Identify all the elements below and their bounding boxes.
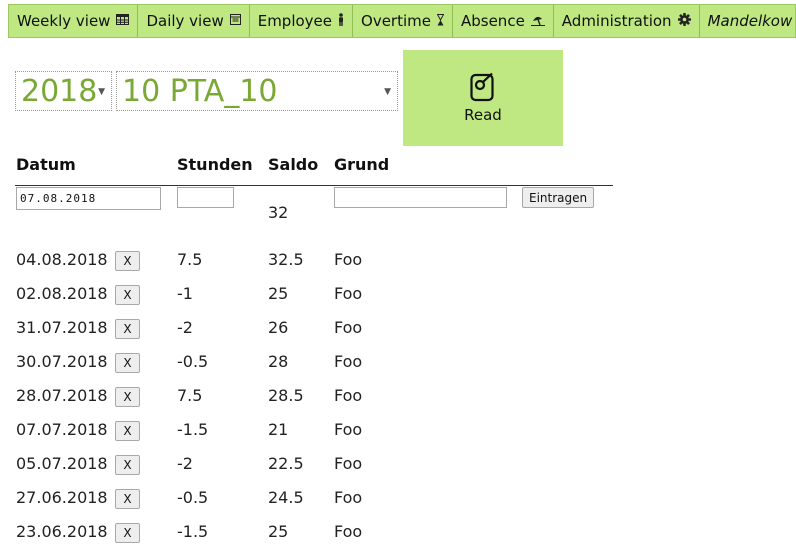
column-header-saldo: Saldo: [268, 155, 319, 174]
nav-absence-label: Absence: [460, 12, 525, 30]
row-saldo: 28: [268, 352, 289, 371]
row-hours: 7.5: [177, 250, 203, 269]
row-hours: 7.5: [177, 386, 203, 405]
table-row: 27.06.2018 X -0.5 24.5 Foo: [0, 487, 700, 513]
table-row: 02.08.2018 X -1 25 Foo: [0, 283, 700, 309]
row-saldo: 32.5: [268, 250, 304, 269]
reason-input[interactable]: [334, 187, 507, 208]
column-header-date: Datum: [16, 155, 76, 174]
row-hours: -0.5: [177, 352, 209, 371]
nav-weekly-view-label: Weekly view: [17, 12, 111, 30]
header-divider: [15, 185, 613, 186]
row-date: 31.07.2018: [16, 318, 108, 337]
calendar-day-icon: [229, 14, 241, 28]
row-reason: Foo: [334, 318, 363, 337]
delete-entry-button[interactable]: X: [115, 523, 140, 543]
nav-user[interactable]: Mandelkow: [700, 5, 796, 37]
hourglass-icon: [436, 13, 445, 29]
nav-weekly-view[interactable]: Weekly view: [9, 5, 139, 37]
row-reason: Foo: [334, 284, 363, 303]
date-input[interactable]: [16, 187, 161, 210]
beach-icon: [530, 14, 545, 29]
delete-entry-button[interactable]: X: [115, 387, 140, 407]
read-button-label: Read: [464, 106, 502, 124]
row-saldo: 21: [268, 420, 289, 439]
row-date: 28.07.2018: [16, 386, 108, 405]
nav-administration[interactable]: Administration: [554, 5, 700, 37]
read-button[interactable]: Read: [403, 50, 563, 146]
delete-entry-button[interactable]: X: [115, 353, 140, 373]
delete-entry-button[interactable]: X: [115, 421, 140, 441]
row-date: 04.08.2018: [16, 250, 108, 269]
row-hours: -0.5: [177, 488, 209, 507]
main-navigation: Weekly view Daily view Employee Overtime…: [8, 4, 796, 38]
row-reason: Foo: [334, 420, 363, 439]
table-row: 30.07.2018 X -0.5 28 Foo: [0, 351, 700, 377]
row-hours: -1.5: [177, 522, 209, 541]
row-saldo: 22.5: [268, 454, 304, 473]
nav-daily-view-label: Daily view: [146, 12, 224, 30]
delete-entry-button[interactable]: X: [115, 489, 140, 509]
row-reason: Foo: [334, 522, 363, 541]
row-reason: Foo: [334, 250, 363, 269]
row-saldo: 25: [268, 284, 289, 303]
pta-select[interactable]: 10 PTA_10 ▼: [116, 71, 398, 111]
row-saldo: 24.5: [268, 488, 304, 507]
delete-entry-button[interactable]: X: [115, 251, 140, 271]
nav-overtime[interactable]: Overtime: [353, 5, 453, 37]
row-date: 27.06.2018: [16, 488, 108, 507]
row-hours: -2: [177, 454, 193, 473]
row-date: 23.06.2018: [16, 522, 108, 541]
row-hours: -2: [177, 318, 193, 337]
row-reason: Foo: [334, 488, 363, 507]
calendar-grid-icon: [116, 14, 130, 28]
table-row: 23.06.2018 X -1.5 25 Foo: [0, 521, 700, 547]
row-date: 07.07.2018: [16, 420, 108, 439]
nav-employee-label: Employee: [257, 12, 333, 30]
nav-administration-label: Administration: [561, 12, 672, 30]
table-row: 04.08.2018 X 7.5 32.5 Foo: [0, 249, 700, 275]
table-row: 28.07.2018 X 7.5 28.5 Foo: [0, 385, 700, 411]
table-row: 05.07.2018 X -2 22.5 Foo: [0, 453, 700, 479]
row-reason: Foo: [334, 386, 363, 405]
year-select-value: 2018: [21, 73, 98, 109]
read-icon: [470, 72, 496, 102]
row-saldo: 26: [268, 318, 289, 337]
delete-entry-button[interactable]: X: [115, 319, 140, 339]
row-saldo: 25: [268, 522, 289, 541]
nav-absence[interactable]: Absence: [453, 5, 554, 37]
hours-input[interactable]: [177, 187, 234, 208]
row-date: 30.07.2018: [16, 352, 108, 371]
nav-user-label: Mandelkow: [707, 12, 793, 30]
person-icon: [338, 13, 344, 29]
table-row: 07.07.2018 X -1.5 21 Foo: [0, 419, 700, 445]
nav-daily-view[interactable]: Daily view: [138, 5, 250, 37]
column-header-hours: Stunden: [177, 155, 253, 174]
table-row: 31.07.2018 X -2 26 Foo: [0, 317, 700, 343]
year-select[interactable]: 2018 ▼: [15, 71, 112, 111]
dropdown-caret-icon: ▼: [98, 87, 105, 97]
dropdown-caret-icon: ▼: [384, 87, 391, 97]
row-reason: Foo: [334, 352, 363, 371]
row-date: 02.08.2018: [16, 284, 108, 303]
nav-overtime-label: Overtime: [361, 12, 431, 30]
row-reason: Foo: [334, 454, 363, 473]
row-date: 05.07.2018: [16, 454, 108, 473]
gear-icon: [677, 13, 691, 29]
pta-select-value: 10 PTA_10: [122, 73, 278, 109]
delete-entry-button[interactable]: X: [115, 455, 140, 475]
delete-entry-button[interactable]: X: [115, 285, 140, 305]
column-header-reason: Grund: [334, 155, 390, 174]
nav-employee[interactable]: Employee: [250, 5, 354, 37]
submit-entry-button[interactable]: Eintragen: [522, 187, 595, 208]
row-hours: -1.5: [177, 420, 209, 439]
row-saldo: 28.5: [268, 386, 304, 405]
row-hours: -1: [177, 284, 193, 303]
current-saldo: 32: [268, 203, 289, 222]
